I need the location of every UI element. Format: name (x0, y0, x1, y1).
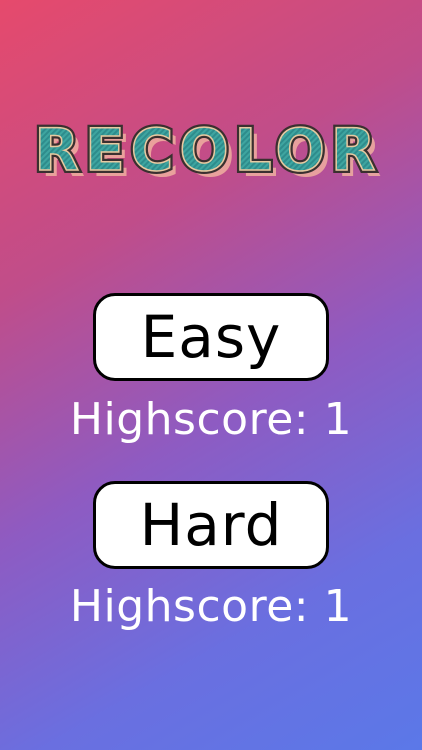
main-menu-screen: RECOLOR RECOLOR RECOLOR Easy Highscore: … (0, 0, 422, 750)
game-title-logo: RECOLOR RECOLOR RECOLOR (0, 108, 422, 198)
easy-mode-button[interactable]: Easy (93, 293, 329, 381)
easy-highscore-value: 1 (323, 394, 353, 445)
hard-mode-button[interactable]: Hard (93, 481, 329, 569)
easy-highscore-text: Highscore: 1 (0, 398, 422, 442)
hard-highscore-text: Highscore: 1 (0, 585, 422, 629)
hard-highscore-value: 1 (323, 581, 353, 632)
easy-mode-label: Easy (140, 303, 282, 371)
game-title-graphic: RECOLOR RECOLOR RECOLOR (31, 113, 381, 190)
title-text: RECOLOR (34, 116, 381, 184)
hard-mode-label: Hard (139, 491, 283, 559)
easy-highscore-label: Highscore: (69, 394, 310, 445)
hard-highscore-label: Highscore: (69, 581, 310, 632)
